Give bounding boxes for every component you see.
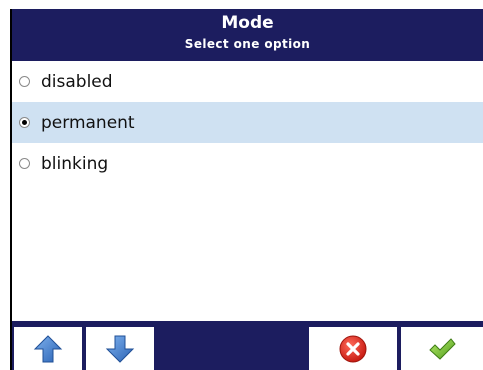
confirm-button[interactable] (401, 327, 483, 370)
scroll-down-button[interactable] (86, 327, 154, 370)
cancel-button[interactable] (309, 327, 397, 370)
cancel-icon (339, 335, 367, 362)
confirm-check-icon (429, 337, 456, 360)
option-label: disabled (41, 71, 113, 92)
option-permanent[interactable]: permanent (12, 102, 483, 143)
dialog-title: Mode (221, 13, 274, 33)
arrow-down-icon (105, 335, 135, 363)
option-blinking[interactable]: blinking (12, 143, 483, 184)
bottom-toolbar (12, 321, 483, 370)
option-disabled[interactable]: disabled (12, 61, 483, 102)
dialog-subtitle: Select one option (184, 37, 311, 51)
scroll-up-button[interactable] (14, 327, 82, 370)
option-label: permanent (41, 112, 135, 133)
radio-button-checked[interactable] (19, 117, 30, 128)
radio-button-unchecked[interactable] (19, 158, 30, 169)
arrow-up-icon (33, 334, 63, 362)
radio-button-unchecked[interactable] (19, 76, 30, 87)
option-list: disabled permanent blinking (12, 61, 483, 184)
mode-dialog: Mode Select one option disabled permanen… (10, 9, 483, 370)
option-label: blinking (41, 153, 109, 174)
radio-dot-icon (22, 120, 27, 125)
dialog-header: Mode Select one option (12, 9, 483, 61)
